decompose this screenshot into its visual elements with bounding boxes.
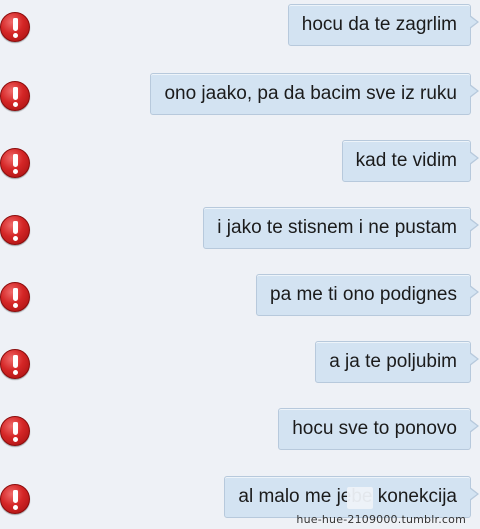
- error-exclamation-icon[interactable]: [0, 148, 30, 178]
- message-bubble[interactable]: kad te vidim: [341, 140, 480, 182]
- message-row: hocu sve to ponovo: [0, 406, 480, 452]
- error-exclamation-icon[interactable]: [0, 282, 30, 312]
- error-exclamation-icon[interactable]: [0, 215, 30, 245]
- message-bubble[interactable]: ono jaako, pa da bacim sve iz ruku: [150, 73, 479, 115]
- message-row: kad te vidim: [0, 138, 480, 184]
- message-bubble[interactable]: hocu sve to ponovo: [278, 408, 479, 450]
- error-exclamation-icon[interactable]: [0, 349, 30, 379]
- message-row: pa me ti ono podignes: [0, 272, 480, 318]
- message-bubble[interactable]: i jako te stisnem i ne pustam: [203, 207, 479, 249]
- message-row: ono jaako, pa da bacim sve iz ruku: [0, 71, 480, 117]
- error-exclamation-icon[interactable]: [0, 416, 30, 446]
- censor-blur: [347, 487, 374, 509]
- error-exclamation-icon[interactable]: [0, 12, 30, 42]
- message-bubble[interactable]: hocu da te zagrlim: [287, 4, 480, 46]
- message-row: a ja te poljubim: [0, 339, 480, 385]
- message-row: i jako te stisnem i ne pustam: [0, 205, 480, 251]
- error-exclamation-icon[interactable]: [0, 81, 30, 111]
- error-exclamation-icon[interactable]: [0, 484, 30, 514]
- watermark: hue-hue-2109000.tumblr.com: [296, 513, 466, 526]
- message-bubble[interactable]: a ja te poljubim: [315, 341, 479, 383]
- message-bubble[interactable]: al malo me jebe konekcija: [224, 476, 479, 518]
- message-bubble[interactable]: pa me ti ono podignes: [256, 274, 479, 316]
- message-row: hocu da te zagrlim: [0, 2, 480, 48]
